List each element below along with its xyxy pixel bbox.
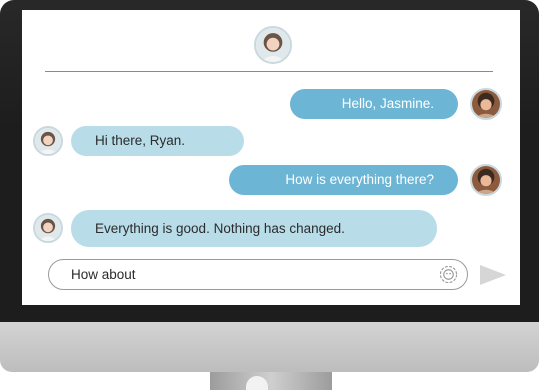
message-bubble-outgoing: How is everything there? xyxy=(229,165,458,195)
emoji-icon[interactable] xyxy=(439,265,458,284)
message-bubble-incoming: Hi there, Ryan. xyxy=(71,126,244,156)
monitor-chin xyxy=(0,322,539,372)
monitor-stand xyxy=(210,372,332,390)
avatar-jasmine-icon xyxy=(33,213,63,243)
avatar-ryan-icon xyxy=(470,164,502,196)
message-composer xyxy=(48,259,468,290)
chat-screen: Hello, Jasmine. Hi there, Ryan. How is e… xyxy=(22,10,520,305)
message-bubble-outgoing: Hello, Jasmine. xyxy=(290,89,458,119)
send-icon[interactable] xyxy=(479,264,507,286)
avatar-jasmine-icon[interactable] xyxy=(254,26,292,64)
message-bubble-incoming: Everything is good. Nothing has changed. xyxy=(71,210,437,247)
avatar-ryan-icon xyxy=(470,88,502,120)
header-divider xyxy=(45,71,493,72)
message-input[interactable] xyxy=(71,260,411,289)
avatar-jasmine-icon xyxy=(33,126,63,156)
